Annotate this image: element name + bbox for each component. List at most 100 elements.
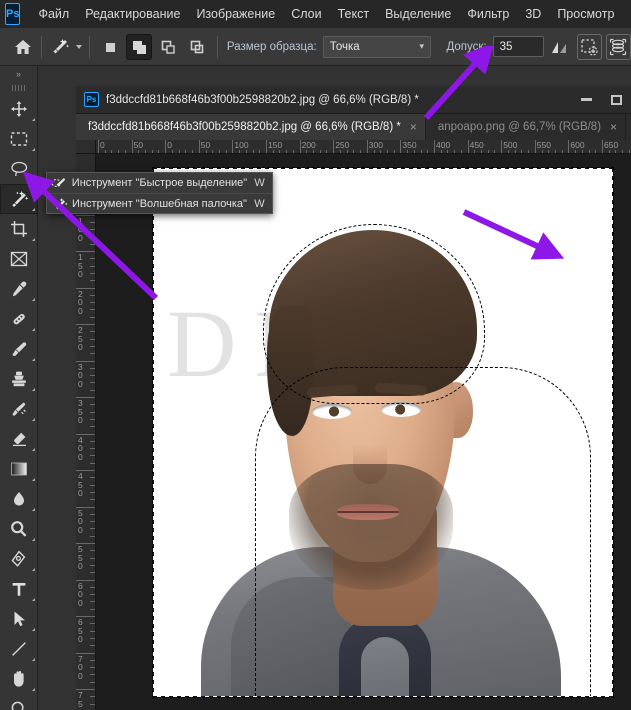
ruler-tick-label: 150 <box>78 252 83 279</box>
options-divider-2 <box>88 35 90 58</box>
ruler-minor-tick <box>90 462 95 464</box>
tool-flyout-corner <box>32 538 35 541</box>
ruler-minor-tick <box>90 265 95 267</box>
menu-item-view[interactable]: Просмотр <box>549 3 622 25</box>
lasso-tool[interactable] <box>0 154 38 184</box>
artboard[interactable]: DEPO <box>152 167 614 698</box>
ruler-minor-tick <box>90 513 95 515</box>
dodge-icon <box>11 521 27 537</box>
current-tool-button[interactable] <box>49 36 82 58</box>
eyedropper-tool[interactable] <box>0 274 38 304</box>
maximize-icon <box>610 94 622 105</box>
ruler-tick-label: 50 <box>133 140 144 150</box>
ruler-minor-tick <box>90 550 95 552</box>
home-icon[interactable] <box>12 36 34 58</box>
ruler-tick-label: 75 <box>78 690 83 709</box>
subtract-from-selection-button[interactable] <box>155 34 181 60</box>
tool-flyout-menu[interactable]: Инструмент "Быстрое выделение" W Инструм… <box>46 172 273 214</box>
ruler-tick <box>266 140 267 153</box>
path-selection-tool[interactable] <box>0 604 38 634</box>
ruler-minor-tick <box>90 594 95 596</box>
clone-stamp-tool[interactable] <box>0 364 38 394</box>
flyout-item-quick-selection[interactable]: Инструмент "Быстрое выделение" W <box>47 173 272 193</box>
hand-tool[interactable] <box>0 664 38 694</box>
menu-item-file[interactable]: Файл <box>30 3 77 25</box>
ruler-minor-tick <box>90 243 95 245</box>
ruler-tick <box>232 140 234 153</box>
portrait-photo[interactable] <box>201 186 591 697</box>
menu-item-window[interactable]: Окно <box>622 3 631 25</box>
document-tab-2-label: anpoapo.png @ 66,7% (RGB/8) <box>437 121 602 133</box>
blur-tool[interactable] <box>0 484 38 514</box>
minimize-button[interactable] <box>571 87 601 113</box>
photo-collar-inner <box>361 637 409 697</box>
eraser-tool[interactable] <box>0 424 38 454</box>
ruler-tick-label: 0 <box>100 140 105 150</box>
document-tab-1[interactable]: f3ddccfd81b668f46b3f00b2598820b2.jpg @ 6… <box>76 114 426 140</box>
tolerance-label: Допуск: <box>446 40 487 53</box>
ruler-minor-tick <box>90 345 95 347</box>
intersect-with-selection-button[interactable] <box>184 34 210 60</box>
gradient-icon <box>11 462 27 476</box>
blur-drop-icon <box>14 492 24 506</box>
sample-size-select[interactable]: Точка ▾ <box>322 35 431 58</box>
menu-item-3d[interactable]: 3D <box>517 3 549 25</box>
photo-eye-left <box>312 404 352 419</box>
menu-item-selection[interactable]: Выделение <box>377 3 459 25</box>
tool-flyout-corner <box>32 448 35 451</box>
zoom-tool[interactable] <box>0 694 38 710</box>
frame-tool[interactable] <box>0 244 38 274</box>
ruler-minor-tick <box>90 564 95 566</box>
menu-item-text[interactable]: Текст <box>330 3 377 25</box>
anti-alias-icon[interactable] <box>548 34 573 60</box>
close-icon[interactable]: × <box>410 120 417 134</box>
document-tab-2[interactable]: anpoapo.png @ 66,7% (RGB/8) × <box>425 114 627 140</box>
gradient-tool[interactable] <box>0 454 38 484</box>
ruler-minor-tick <box>90 440 95 442</box>
ruler-minor-tick <box>90 367 95 369</box>
flyout-item-magic-wand[interactable]: Инструмент "Волшебная палочка" W <box>47 193 272 213</box>
magic-wand-tool[interactable] <box>0 184 38 214</box>
chevron-down-icon[interactable] <box>75 44 82 49</box>
ruler-minor-tick <box>90 484 95 486</box>
ruler-minor-tick <box>90 586 95 588</box>
menu-item-edit[interactable]: Редактирование <box>77 3 188 25</box>
ruler-minor-tick <box>90 630 95 632</box>
history-brush-tool[interactable] <box>0 394 38 424</box>
brush-tool[interactable] <box>0 334 38 364</box>
healing-brush-tool[interactable] <box>0 304 38 334</box>
move-tool[interactable] <box>0 94 38 124</box>
pen-tool[interactable] <box>0 544 38 574</box>
select-subject-icon[interactable] <box>576 33 602 60</box>
ruler-minor-tick <box>90 418 95 420</box>
minimize-icon <box>580 98 592 101</box>
ruler-tick-label: 200 <box>78 288 83 316</box>
new-selection-button[interactable] <box>97 34 123 60</box>
horizontal-ruler[interactable]: 0 50 0 50 100 150 200 250 300 350 400 450 500 550 600 6… <box>76 140 631 154</box>
tools-panel-grip[interactable] <box>0 82 37 94</box>
ruler-minor-tick <box>90 258 95 260</box>
line-tool[interactable] <box>0 634 38 664</box>
tool-flyout-corner <box>32 238 35 241</box>
ruler-minor-tick <box>90 375 95 377</box>
select-and-mask-icon[interactable] <box>605 33 631 60</box>
tolerance-input[interactable]: 35 <box>492 36 544 57</box>
collapse-tools-button[interactable]: » <box>0 66 37 82</box>
eraser-icon <box>13 432 26 447</box>
dodge-tool[interactable] <box>0 514 38 544</box>
eyedropper-icon <box>12 281 27 297</box>
marquee-tool[interactable] <box>0 124 38 154</box>
crop-tool[interactable] <box>0 214 38 244</box>
canvas-area[interactable]: DEPO <box>97 154 631 710</box>
menu-item-layers[interactable]: Слои <box>283 3 329 25</box>
type-tool[interactable] <box>0 574 38 604</box>
vertical-ruler[interactable]: 5010015020025030035040045050055060065070… <box>76 154 96 710</box>
magic-wand-icon <box>53 38 70 53</box>
menu-item-filter[interactable]: Фильтр <box>459 3 517 25</box>
add-to-selection-button[interactable] <box>125 33 152 60</box>
ruler-tick-label: 100 <box>234 140 249 150</box>
maximize-button[interactable] <box>601 87 631 113</box>
ruler-tick <box>568 140 570 153</box>
menu-item-image[interactable]: Изображение <box>188 3 283 25</box>
close-icon[interactable]: × <box>610 120 617 134</box>
